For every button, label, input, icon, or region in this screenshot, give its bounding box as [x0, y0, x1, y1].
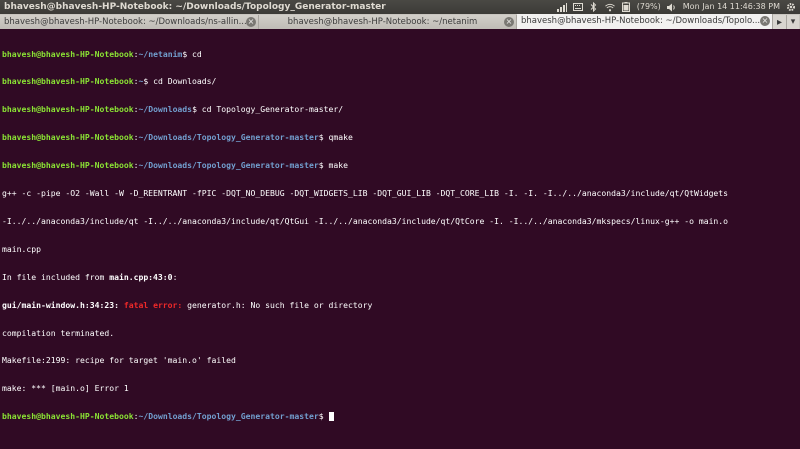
signal-icon[interactable]	[556, 2, 567, 12]
system-tray: (79%) Mon Jan 14 11:46:38 PM	[556, 0, 800, 14]
volume-icon[interactable]	[666, 2, 677, 12]
prompt-line: bhavesh@bhavesh-HP-Notebook:~/Downloads/…	[2, 161, 348, 171]
battery-percent: (79%)	[636, 2, 661, 11]
top-panel: bhavesh@bhavesh-HP-Notebook: ~/Downloads…	[0, 0, 800, 14]
prompt-line: bhavesh@bhavesh-HP-Notebook:~/Downloads/…	[2, 133, 353, 143]
output-line: make: *** [main.o] Error 1	[2, 384, 129, 394]
tab-label: bhavesh@bhavesh-HP-Notebook: ~/Downloads…	[4, 17, 247, 27]
gear-icon[interactable]	[786, 2, 796, 12]
tab-label: bhavesh@bhavesh-HP-Notebook: ~/Downloads…	[521, 16, 761, 26]
error-message: generator.h: No such file or directory	[182, 300, 373, 310]
tab-menu-icon[interactable]: ▾	[786, 15, 799, 29]
output-line: -I../../anaconda3/include/qt -I../../ana…	[2, 216, 729, 226]
prompt-line: bhavesh@bhavesh-HP-Notebook:~$ cd Downlo…	[2, 77, 217, 87]
prompt-line: bhavesh@bhavesh-HP-Notebook:~/netanim$ c…	[2, 49, 202, 59]
prompt-path: ~/Downloads/Topology_Generator-master	[138, 161, 319, 171]
terminal-output[interactable]: bhavesh@bhavesh-HP-Notebook:~/netanim$ c…	[0, 29, 790, 449]
close-icon[interactable]: ×	[504, 17, 514, 27]
prompt-user: bhavesh@bhavesh-HP-Notebook	[2, 77, 134, 87]
terminal-tab-bar: bhavesh@bhavesh-HP-Notebook: ~/Downloads…	[0, 14, 800, 29]
output-line: main.cpp	[2, 244, 41, 254]
window-title: bhavesh@bhavesh-HP-Notebook: ~/Downloads…	[4, 2, 386, 12]
error-location: gui/main-window.h:34:23:	[2, 300, 119, 310]
output-line: Makefile:2199: recipe for target 'main.o…	[2, 356, 236, 366]
command-text: cd Topology_Generator-master/	[196, 105, 344, 115]
output-line: In file included from main.cpp:43:0:	[2, 273, 788, 282]
error-line: gui/main-window.h:34:23: fatal error: ge…	[2, 301, 788, 310]
prompt-path: ~/netanim	[138, 49, 183, 59]
prompt-user: bhavesh@bhavesh-HP-Notebook	[2, 161, 134, 171]
battery-icon[interactable]	[621, 2, 631, 12]
scroll-tabs-icon[interactable]: ▸	[773, 15, 786, 29]
included-prefix: In file included from	[2, 272, 110, 282]
prompt-line: bhavesh@bhavesh-HP-Notebook:~/Downloads$…	[2, 105, 344, 115]
wifi-icon[interactable]	[604, 2, 615, 12]
bluetooth-icon[interactable]	[589, 2, 599, 12]
included-file: main.cpp:43:0	[109, 272, 173, 282]
output-line: compilation terminated.	[2, 328, 115, 338]
prompt-path: ~/Downloads	[138, 105, 193, 115]
close-icon[interactable]: ×	[760, 16, 770, 26]
prompt-user: bhavesh@bhavesh-HP-Notebook	[2, 49, 134, 59]
command-text: qmake	[323, 133, 353, 143]
clock[interactable]: Mon Jan 14 11:46:38 PM	[683, 0, 780, 14]
prompt-user: bhavesh@bhavesh-HP-Notebook	[2, 133, 134, 143]
keyboard-icon[interactable]	[572, 2, 583, 12]
tab-label: bhavesh@bhavesh-HP-Notebook: ~/netanim	[287, 17, 478, 27]
command-text: cd	[187, 49, 202, 59]
tab-ns-allinone[interactable]: bhavesh@bhavesh-HP-Notebook: ~/Downloads…	[0, 15, 259, 29]
error-label: fatal error:	[123, 300, 183, 310]
terminal-scrollbar[interactable]	[790, 29, 800, 449]
prompt-user: bhavesh@bhavesh-HP-Notebook	[2, 105, 134, 115]
prompt-line: bhavesh@bhavesh-HP-Notebook:~/Downloads/…	[2, 412, 788, 422]
text-cursor	[328, 412, 334, 422]
command-text: make	[323, 161, 348, 171]
tab-topology-generator[interactable]: bhavesh@bhavesh-HP-Notebook: ~/Downloads…	[517, 14, 773, 29]
prompt-path: ~	[138, 77, 144, 87]
output-line: g++ -c -pipe -O2 -Wall -W -D_REENTRANT -…	[2, 189, 729, 199]
prompt-path: ~/Downloads/Topology_Generator-master	[138, 412, 319, 422]
close-icon[interactable]: ×	[246, 17, 256, 27]
command-text: cd Downloads/	[148, 77, 217, 87]
prompt-user: bhavesh@bhavesh-HP-Notebook	[2, 412, 134, 422]
included-suffix: :	[172, 272, 178, 282]
prompt-path: ~/Downloads/Topology_Generator-master	[138, 133, 319, 143]
tab-netanim[interactable]: bhavesh@bhavesh-HP-Notebook: ~/netanim ×	[259, 15, 517, 29]
